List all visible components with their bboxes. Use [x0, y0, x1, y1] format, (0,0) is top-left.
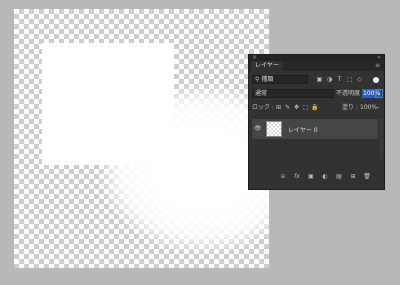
- filter-shape-icon[interactable]: ⬚: [346, 76, 353, 83]
- lock-label: ロック :: [252, 104, 274, 111]
- blend-mode-value: 通常: [255, 90, 268, 97]
- collapse-icon[interactable]: »: [377, 54, 381, 61]
- link-layers-icon[interactable]: ⊝: [279, 172, 287, 181]
- trash-icon[interactable]: 🗑: [363, 172, 371, 181]
- new-layer-icon[interactable]: ⊞: [349, 172, 357, 181]
- filter-type-icon[interactable]: T: [336, 76, 343, 83]
- chevron-down-icon[interactable]: ⌄: [375, 89, 383, 98]
- filter-smart-object-icon[interactable]: ◇: [356, 76, 363, 83]
- layer-row[interactable]: 👁 レイヤー 0: [252, 119, 378, 139]
- layers-panel: × » レイヤー ≡ ⚲ 種類 ▣ ◑ T ⬚ ◇ 通常 不透明度 : 100%…: [248, 54, 385, 190]
- filter-kind-select[interactable]: ⚲ 種類: [252, 75, 308, 84]
- layer-name[interactable]: レイヤー 0: [288, 125, 318, 134]
- adjustment-layer-icon[interactable]: ◐: [321, 172, 329, 181]
- panel-menu-icon[interactable]: ≡: [375, 62, 380, 69]
- new-group-icon[interactable]: ▤: [335, 172, 343, 181]
- blend-row: 通常 不透明度 : 100% ⌄: [252, 89, 383, 98]
- fill-label: 塗り :: [342, 104, 358, 111]
- add-mask-icon[interactable]: ▣: [307, 172, 315, 181]
- filter-kind-label: 種類: [261, 76, 274, 83]
- scrollbar[interactable]: [380, 119, 383, 159]
- fill-chevron-icon[interactable]: ⌄: [376, 103, 380, 112]
- panel-tab-row: レイヤー ≡: [249, 61, 384, 71]
- lock-all-icon[interactable]: 🔒: [311, 104, 318, 111]
- filter-pixel-icon[interactable]: ▣: [316, 76, 323, 83]
- eye-icon[interactable]: 👁: [254, 125, 262, 132]
- layer-thumbnail: [266, 121, 282, 137]
- close-icon[interactable]: ×: [252, 54, 257, 61]
- panel-bottom-toolbar: ⊝ fx ▣ ◐ ▤ ⊞ 🗑: [279, 172, 370, 181]
- lock-position-icon[interactable]: ✥: [293, 104, 300, 111]
- lock-transparent-pixels-icon[interactable]: ⊞: [275, 104, 282, 111]
- filter-row: ⚲ 種類 ▣ ◑ T ⬚ ◇: [252, 75, 381, 84]
- document-canvas[interactable]: [14, 9, 269, 268]
- lock-artboard-icon[interactable]: ⬚: [302, 104, 309, 111]
- tab-layers[interactable]: レイヤー: [251, 61, 283, 71]
- lock-image-pixels-icon[interactable]: ✎: [284, 104, 291, 111]
- blend-mode-select[interactable]: 通常: [252, 89, 334, 98]
- search-icon: ⚲: [255, 76, 260, 83]
- filter-toggle[interactable]: [373, 77, 379, 83]
- fx-icon[interactable]: fx: [293, 172, 301, 181]
- fill-input[interactable]: 100%: [360, 103, 377, 112]
- opacity-label: 不透明度 :: [336, 90, 364, 97]
- filter-adjustment-icon[interactable]: ◑: [326, 76, 333, 83]
- lock-row: ロック : ⊞ ✎ ✥ ⬚ 🔒 塗り : 100% ⌄: [252, 103, 381, 112]
